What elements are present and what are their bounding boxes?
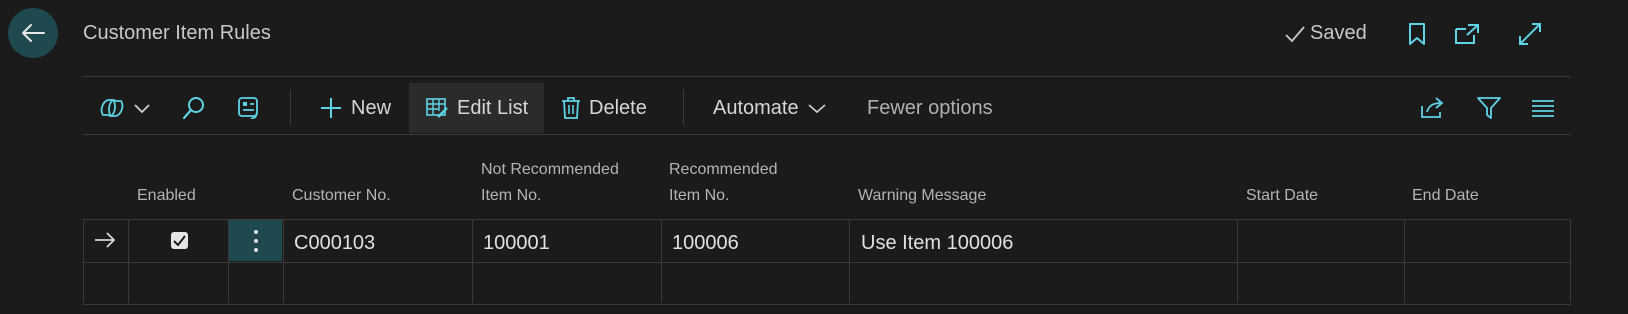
saved-status: Saved [1284,22,1367,45]
column-header-enabled[interactable]: Enabled [137,183,196,209]
column-header-line: Item No. [481,187,542,204]
column-header-end-date[interactable]: End Date [1412,183,1479,209]
edit-list-button[interactable]: Edit List [409,83,545,133]
grid-line [283,219,284,303]
edit-grid-icon [426,98,448,118]
checkmark-icon [1285,25,1305,42]
grid-line [849,219,850,303]
filter-icon [1477,97,1501,119]
saved-label: Saved [1310,22,1367,44]
search-button[interactable] [181,83,207,133]
bookmark-button[interactable] [1403,20,1431,48]
new-button[interactable]: New [319,83,391,133]
new-label: New [351,96,392,119]
automate-label: Automate [713,96,799,119]
grid-line [83,219,84,303]
column-header-not-recommended-item-no[interactable]: Not Recommended Item No. [481,157,619,209]
column-header-customer-no[interactable]: Customer No. [292,183,391,209]
trash-icon [562,97,580,119]
grid-line [1404,219,1405,303]
arrow-right-icon [95,232,116,248]
toolbar-divider [83,134,1571,135]
enabled-checkbox[interactable] [171,232,188,249]
more-vertical-icon [253,229,258,252]
column-header-start-date[interactable]: Start Date [1246,183,1318,209]
table-row[interactable] [83,262,1571,304]
page-title: Customer Item Rules [83,22,271,44]
back-button[interactable] [8,8,58,58]
row-actions-button[interactable] [229,220,282,261]
current-row-indicator [94,231,116,254]
list-view-icon [1532,100,1554,117]
grid-line [1570,219,1571,303]
plus-icon [321,98,341,118]
column-header-line: Recommended [669,161,778,178]
filter-button[interactable] [1476,83,1502,133]
fewer-options-label: Fewer options [867,96,993,119]
edit-list-label: Edit List [457,96,529,119]
refresh-view-icon [238,97,258,119]
copilot-icon [100,99,124,117]
not-recommended-item-no-cell[interactable]: 100001 [483,232,550,255]
grid-line [128,219,129,303]
checkmark-icon [173,235,186,246]
delete-label: Delete [589,96,647,119]
share-button[interactable] [1420,83,1446,133]
back-arrow-icon [22,24,45,42]
grid-line [1237,219,1238,303]
warning-message-cell[interactable]: Use Item 100006 [861,232,1013,255]
header-divider [83,76,1571,77]
share-icon [1421,97,1444,118]
delete-button[interactable]: Delete [561,83,647,133]
chevron-down-icon [134,104,150,114]
column-header-line: Not Recommended [481,161,619,178]
toolbar-separator [683,89,684,125]
column-header-warning-message[interactable]: Warning Message [858,183,986,209]
column-header-line: Item No. [669,187,730,204]
automate-menu[interactable]: Automate [713,83,827,133]
column-header-recommended-item-no[interactable]: Recommended Item No. [669,157,778,209]
copilot-button[interactable] [99,83,151,133]
recommended-item-no-cell[interactable]: 100006 [672,232,739,255]
customer-no-cell[interactable]: C000103 [294,232,375,255]
expand-icon [1519,23,1541,45]
refresh-view-button[interactable] [236,83,262,133]
open-new-window-icon [1455,24,1479,44]
fewer-options-button[interactable]: Fewer options [867,83,993,133]
expand-button[interactable] [1516,20,1544,48]
bookmark-icon [1409,23,1425,45]
search-icon [182,97,204,120]
list-view-button[interactable] [1531,83,1555,133]
open-new-window-button[interactable] [1453,20,1481,48]
chevron-down-icon [808,104,826,114]
grid-line [472,219,473,303]
grid-line [661,219,662,303]
toolbar-separator [290,89,291,125]
